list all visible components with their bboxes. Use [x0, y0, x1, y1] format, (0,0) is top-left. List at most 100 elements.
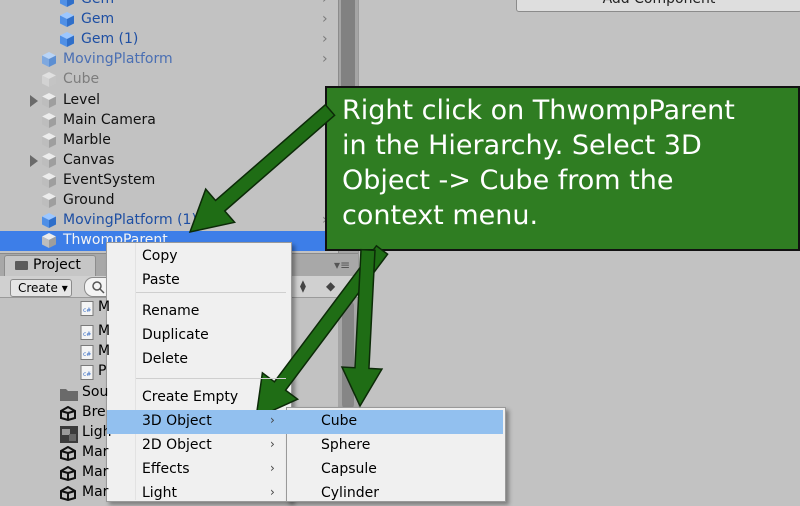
submenu-item[interactable]: Cube — [287, 410, 503, 434]
context-menu-item-label: Delete — [142, 351, 188, 367]
submenu-item-label: Capsule — [321, 461, 377, 477]
context-menu-item[interactable]: Duplicate — [107, 324, 290, 348]
context-menu-item[interactable]: 2D Object › — [107, 434, 290, 458]
prefab-open-chevron-icon[interactable]: › — [322, 11, 328, 27]
context-menu-item[interactable]: 3D Object › — [107, 410, 290, 434]
submenu-arrow-icon: › — [270, 437, 275, 451]
context-menu-item-label: Effects — [142, 461, 190, 477]
context-menu-item-label: 2D Object — [142, 437, 212, 453]
submenu-item-label: Cube — [321, 413, 358, 429]
prefab-open-chevron-icon[interactable]: › — [322, 51, 328, 67]
hierarchy-item-label: Gem — [81, 11, 115, 27]
submenu-item[interactable]: Sphere — [287, 434, 503, 458]
hierarchy-item-label: MovingPlatform — [63, 51, 173, 67]
expand-arrow-icon[interactable] — [30, 155, 38, 167]
gameobject-cube-icon — [42, 233, 56, 248]
tab-project[interactable]: Project — [4, 255, 96, 276]
submenu-arrow-icon: › — [270, 461, 275, 475]
instruction-callout-text: Right click on ThwompParent in the Hierar… — [342, 93, 792, 233]
hierarchy-item[interactable]: MovingPlatform (1)› — [0, 211, 338, 231]
unity-scene-icon — [60, 405, 76, 422]
hierarchy-item-label: MovingPlatform (1) — [63, 212, 197, 228]
unity-scene-icon — [60, 485, 76, 502]
submenu-item-label: Sphere — [321, 437, 371, 453]
context-menu-item[interactable]: Paste — [107, 269, 290, 293]
project-item-label: Mar — [82, 484, 109, 500]
context-menu-item[interactable]: Effects › — [107, 458, 290, 482]
project-item-label: Mar — [82, 464, 109, 480]
project-item-label: P — [98, 363, 107, 379]
callout-text-line: Object -> Cube from the — [342, 165, 674, 196]
folder-icon — [60, 386, 78, 401]
prefab-open-chevron-icon[interactable]: › — [322, 31, 328, 47]
context-menu-item-label: 3D Object — [142, 413, 212, 429]
context-menu-item[interactable]: Rename — [107, 300, 290, 324]
folder-icon — [15, 261, 28, 270]
gameobject-cube-icon — [42, 93, 56, 108]
csharp-script-icon: c# — [80, 301, 94, 316]
context-menu-item-label: Duplicate — [142, 327, 209, 343]
callout-text-line: in the Hierarchy. Select 3D — [342, 130, 702, 161]
svg-text:c#: c# — [83, 371, 91, 378]
project-item-label: Sou — [82, 384, 109, 400]
hierarchy-item-label: Ground — [63, 192, 115, 208]
hierarchy-item[interactable]: Ground — [0, 191, 338, 211]
gameobject-cube-icon — [60, 0, 74, 7]
context-menu-item[interactable]: Delete — [107, 348, 290, 372]
tab-project-label: Project — [33, 257, 81, 273]
context-menu-item[interactable]: Copy — [107, 245, 290, 269]
context-menu-item-label: Light — [142, 485, 177, 501]
context-menu-item[interactable]: Create Empty — [107, 386, 290, 410]
hierarchy-item-label: Cube — [63, 71, 100, 87]
context-menu-item-label: Rename — [142, 303, 200, 319]
hierarchy-item-label: Gem — [81, 0, 114, 7]
context-menu-item-label: Paste — [142, 272, 180, 288]
gameobject-cube-icon — [42, 213, 56, 228]
hierarchy-item[interactable]: Level — [0, 91, 338, 111]
svg-text:c#: c# — [83, 351, 91, 358]
hierarchy-item[interactable]: Marble — [0, 131, 338, 151]
prefab-open-chevron-icon[interactable]: › — [322, 0, 328, 7]
hierarchy-item[interactable]: Gem › — [0, 0, 338, 10]
hierarchy-item[interactable]: MovingPlatform › — [0, 50, 338, 70]
expand-arrow-icon[interactable] — [30, 95, 38, 107]
csharp-script-icon: c# — [80, 345, 94, 360]
gameobject-cube-icon — [42, 193, 56, 208]
submenu-item-label: Cylinder — [321, 485, 379, 501]
create-button[interactable]: Create ▾ — [10, 279, 72, 297]
project-scrollbar-thumb[interactable] — [342, 300, 354, 410]
project-item-label: Mar — [82, 444, 109, 460]
gameobject-cube-icon — [42, 173, 56, 188]
gameobject-cube-icon — [42, 52, 56, 67]
hierarchy-item-label: EventSystem — [63, 172, 156, 188]
hierarchy-item-label: Level — [63, 92, 100, 108]
context-menu-item[interactable]: Light › — [107, 482, 290, 506]
hierarchy-item-label: Canvas — [63, 152, 115, 168]
tab-menu-icon[interactable]: ▾≡ — [334, 258, 350, 272]
filter-by-type-icon[interactable]: ⧫ — [300, 279, 314, 293]
add-component-button[interactable]: Add Component — [516, 0, 800, 12]
unity-scene-icon — [60, 465, 76, 482]
submenu-arrow-icon: › — [270, 413, 275, 427]
gameobject-cube-icon — [42, 113, 56, 128]
filter-by-label-icon[interactable]: ◆ — [326, 279, 340, 293]
csharp-script-icon: c# — [80, 325, 94, 340]
context-menu-separator — [136, 378, 286, 379]
hierarchy-item[interactable]: EventSystem — [0, 171, 338, 191]
svg-text:c#: c# — [83, 331, 91, 338]
submenu-item[interactable]: Cylinder — [287, 482, 503, 506]
gameobject-cube-icon — [42, 133, 56, 148]
gameobject-cube-icon — [60, 12, 74, 27]
callout-text-line: context menu. — [342, 200, 539, 231]
hierarchy-item[interactable]: Canvas — [0, 151, 338, 171]
texture-image-icon — [60, 426, 78, 443]
hierarchy-item[interactable]: Gem (1) › — [0, 30, 338, 50]
submenu-item[interactable]: Capsule — [287, 458, 503, 482]
hierarchy-item[interactable]: Gem › — [0, 10, 338, 30]
context-menu-item-label: Copy — [142, 248, 178, 264]
hierarchy-item-label: Main Camera — [63, 112, 156, 128]
gameobject-cube-icon — [42, 72, 56, 87]
context-menu-separator — [136, 292, 286, 293]
hierarchy-item[interactable]: Main Camera — [0, 111, 338, 131]
hierarchy-item[interactable]: Cube — [0, 70, 338, 90]
